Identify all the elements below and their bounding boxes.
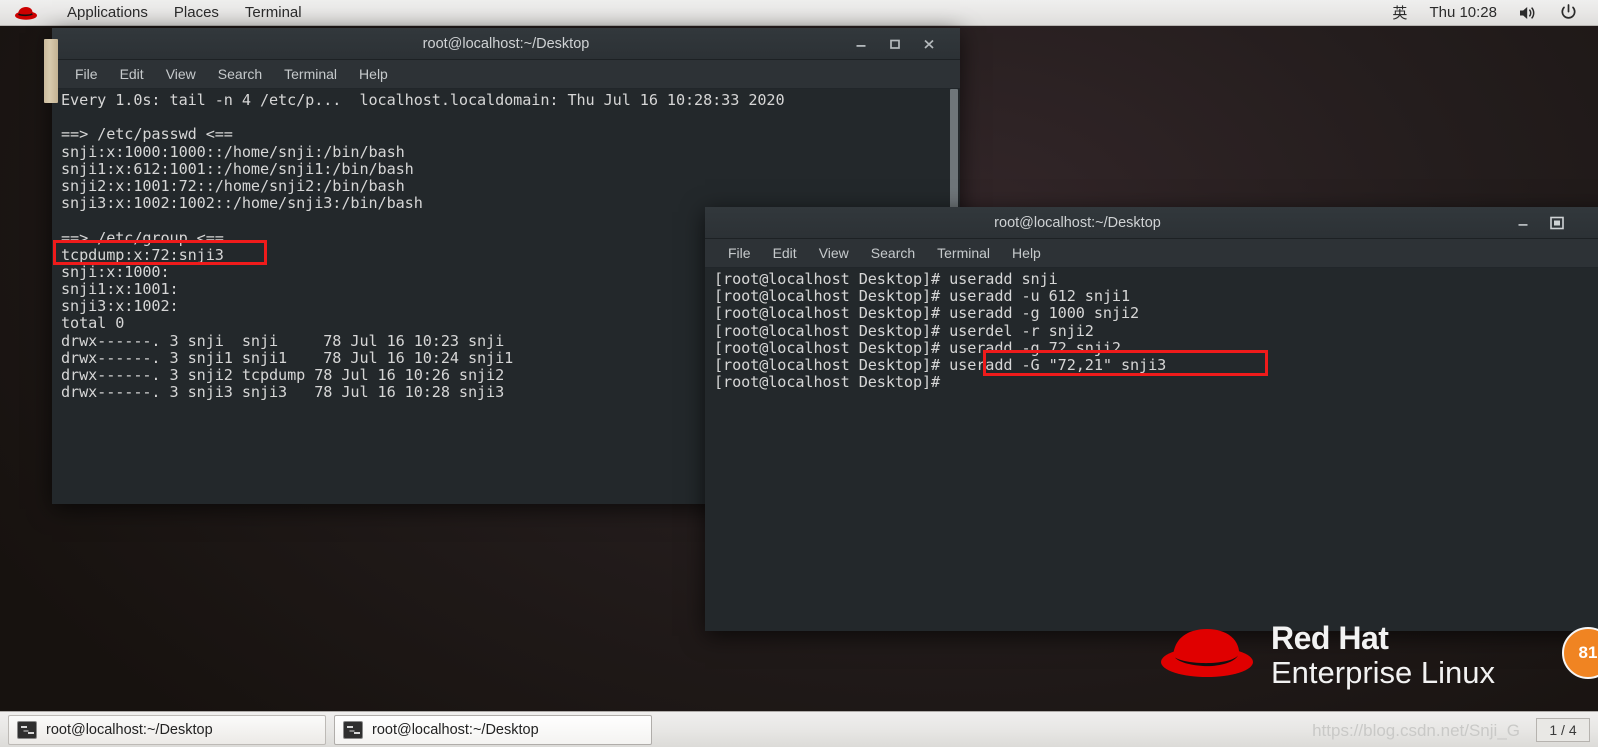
terminal-line: [root@localhost Desktop]# useradd -G "72… bbox=[714, 355, 1167, 374]
terminal-line: snji2:x:1001:72::/home/snji2:/bin/bash bbox=[61, 176, 405, 195]
terminal2-window-buttons bbox=[1506, 207, 1598, 238]
terminal-icon bbox=[343, 720, 363, 739]
terminal1-menu-help[interactable]: Help bbox=[348, 60, 399, 89]
terminal1-menu-file[interactable]: File bbox=[64, 60, 109, 89]
terminal-line: snji1:x:612:1001::/home/snji1:/bin/bash bbox=[61, 159, 414, 178]
terminal2-menu-edit[interactable]: Edit bbox=[762, 239, 808, 268]
clock[interactable]: Thu 10:28 bbox=[1418, 0, 1508, 25]
terminal2-title: root@localhost:~/Desktop bbox=[994, 214, 1161, 231]
terminal1-title-bar[interactable]: root@localhost:~/Desktop bbox=[52, 28, 960, 60]
terminal2-menu-search[interactable]: Search bbox=[860, 239, 926, 268]
terminal-line: ==> /etc/passwd <== bbox=[61, 125, 233, 144]
redhat-logo-glyph bbox=[13, 5, 39, 21]
brand-line-2: Enterprise Linux bbox=[1271, 655, 1496, 690]
top-panel: Applications Places Terminal 英 Thu 10:28 bbox=[0, 0, 1598, 26]
terminal1-window-buttons bbox=[844, 28, 960, 59]
minimize-icon[interactable] bbox=[1506, 207, 1540, 239]
taskbar-item-terminal-2[interactable]: root@localhost:~/Desktop bbox=[334, 714, 652, 745]
terminal2-output: [root@localhost Desktop]# useradd snji [r… bbox=[714, 270, 1594, 392]
close-icon[interactable] bbox=[912, 28, 946, 60]
taskbar-item-label: root@localhost:~/Desktop bbox=[372, 721, 539, 738]
terminal-line: snji:x:1000:1000::/home/snji:/bin/bash bbox=[61, 142, 405, 161]
maximize-icon[interactable] bbox=[1540, 207, 1574, 239]
terminal2-menu-help[interactable]: Help bbox=[1001, 239, 1052, 268]
minimize-icon[interactable] bbox=[844, 28, 878, 60]
terminal-line: Every 1.0s: tail -n 4 /etc/p... localhos… bbox=[61, 91, 785, 109]
terminal-line: [root@localhost Desktop]# userdel -r snj… bbox=[714, 321, 1094, 340]
terminal-line: [root@localhost Desktop]# bbox=[714, 373, 950, 392]
taskbar-item-terminal-1[interactable]: root@localhost:~/Desktop bbox=[8, 714, 326, 745]
terminal2-title-bar[interactable]: root@localhost:~/Desktop bbox=[705, 207, 1598, 239]
terminal1-menu-search[interactable]: Search bbox=[207, 60, 273, 89]
rhel-branding: Red Hat Enterprise Linux bbox=[1155, 622, 1495, 688]
terminal-line: [root@localhost Desktop]# useradd -g 100… bbox=[714, 304, 1140, 323]
terminal-line: [root@localhost Desktop]# useradd snji bbox=[714, 270, 1058, 288]
rhel-brand-words: Red Hat Enterprise Linux bbox=[1271, 622, 1495, 688]
maximize-icon[interactable] bbox=[878, 28, 912, 60]
terminal2-menu-bar: File Edit View Search Terminal Help bbox=[705, 239, 1598, 268]
power-icon[interactable] bbox=[1549, 0, 1588, 25]
terminal2-menu-file[interactable]: File bbox=[717, 239, 762, 268]
terminal-line: [root@localhost Desktop]# useradd -g 72 … bbox=[714, 338, 1121, 357]
terminal1-menu-bar: File Edit View Search Terminal Help bbox=[52, 60, 960, 89]
menu-places[interactable]: Places bbox=[161, 0, 232, 25]
redhat-hat-icon bbox=[1155, 624, 1259, 687]
menu-applications[interactable]: Applications bbox=[54, 0, 161, 25]
redhat-logo-icon[interactable] bbox=[0, 0, 54, 25]
menu-terminal[interactable]: Terminal bbox=[232, 0, 315, 25]
terminal1-menu-edit[interactable]: Edit bbox=[109, 60, 155, 89]
workspace-indicator[interactable]: 1 / 4 bbox=[1536, 717, 1590, 742]
terminal2-menu-terminal[interactable]: Terminal bbox=[926, 239, 1001, 268]
top-panel-left: Applications Places Terminal bbox=[0, 0, 315, 25]
watermark: https://blog.csdn.net/Snji_G bbox=[1312, 721, 1520, 740]
taskbar-item-label: root@localhost:~/Desktop bbox=[46, 721, 213, 738]
top-panel-right: 英 Thu 10:28 bbox=[1381, 0, 1598, 25]
desktop-screen: Applications Places Terminal 英 Thu 10:28 bbox=[0, 0, 1598, 747]
terminal2-menu-view[interactable]: View bbox=[808, 239, 860, 268]
input-method-indicator[interactable]: 英 bbox=[1381, 0, 1418, 25]
terminal-window-2[interactable]: root@localhost:~/Desktop File Edit View … bbox=[705, 207, 1598, 631]
dock-sliver[interactable] bbox=[44, 39, 58, 103]
terminal-icon bbox=[17, 720, 37, 739]
terminal1-menu-view[interactable]: View bbox=[155, 60, 207, 89]
terminal2-body[interactable]: [root@localhost Desktop]# useradd snji [r… bbox=[705, 268, 1598, 631]
volume-icon[interactable] bbox=[1508, 0, 1549, 25]
terminal1-menu-terminal[interactable]: Terminal bbox=[273, 60, 348, 89]
brand-line-1: Red Hat bbox=[1271, 620, 1389, 656]
terminal1-title: root@localhost:~/Desktop bbox=[422, 35, 590, 52]
terminal-line: [root@localhost Desktop]# useradd -u 612… bbox=[714, 287, 1131, 306]
notification-badge[interactable]: 81 bbox=[1562, 627, 1598, 679]
